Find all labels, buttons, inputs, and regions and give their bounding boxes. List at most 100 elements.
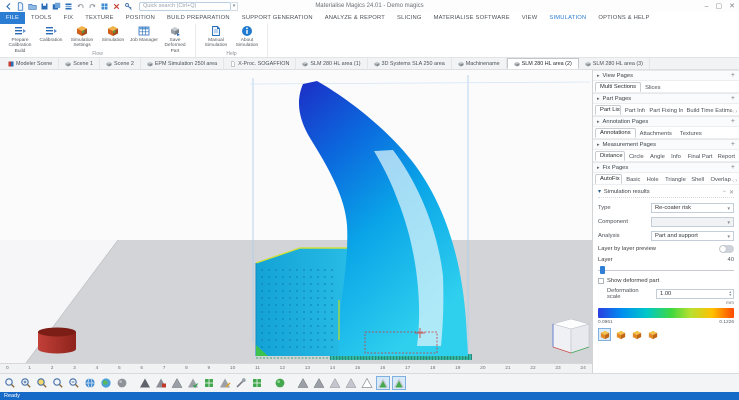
result-view-button-1[interactable] [598, 328, 611, 341]
back-icon[interactable] [4, 2, 13, 11]
add-page-icon[interactable]: + [731, 141, 735, 148]
panel-tab-hole[interactable]: Hole [643, 176, 661, 184]
panel-tab-attachments[interactable]: Attachments [636, 130, 676, 138]
triangle-check-icon[interactable] [186, 376, 200, 390]
panel-section-header-part-pages[interactable]: ▸Part Pages+ [593, 93, 739, 104]
scene-tab-x-proc-sogaffion[interactable]: X-Proc. SOGAFFION [224, 58, 296, 69]
job-manager-button[interactable]: Job Manager [130, 25, 158, 50]
layer-preview-toggle[interactable] [719, 245, 734, 253]
sphere-grey-icon[interactable] [115, 376, 129, 390]
panel-tab-slices[interactable]: Slices [641, 84, 664, 92]
close-button[interactable]: ✕ [729, 2, 735, 10]
result-view-button-3[interactable] [630, 328, 643, 341]
result-view-button-2[interactable] [614, 328, 627, 341]
ribbon-tab-materialise-software[interactable]: MATERIALISE SOFTWARE [428, 12, 516, 24]
triangle-grey-icon[interactable] [170, 376, 184, 390]
panel-section-header-fix-pages[interactable]: ▸Fix Pages+ [593, 162, 739, 173]
triangle-outline-icon[interactable] [360, 376, 374, 390]
floppy-all-icon[interactable] [52, 2, 61, 11]
triangle-grey-icon[interactable] [296, 376, 310, 390]
ribbon-tab-file[interactable]: FILE [0, 12, 25, 24]
triangle-grey-icon[interactable] [312, 376, 326, 390]
maximize-button[interactable]: ▢ [716, 2, 723, 10]
collapse-icon[interactable]: ▾ [598, 189, 601, 195]
folder-icon[interactable] [28, 2, 37, 11]
panel-tab-basic[interactable]: Basic [622, 176, 642, 184]
sphere-green-icon[interactable] [273, 376, 287, 390]
simulation-button[interactable]: Simulation [99, 25, 127, 50]
cylinder-part[interactable] [38, 328, 76, 354]
scene-tab-slm-280-hl-area-1-[interactable]: SLM 280 HL area (1) [296, 58, 367, 69]
panel-tab-part-fixing-info[interactable]: Part Fixing Info [645, 107, 682, 115]
magnifier-icon[interactable] [51, 376, 65, 390]
deformation-scale-input[interactable]: 1.00 ▲▼ [656, 289, 734, 299]
triangle-light-icon[interactable] [328, 376, 342, 390]
close-panel-icon[interactable]: ✕ [729, 189, 734, 196]
panel-tab-final-part[interactable]: Final Part [684, 153, 714, 161]
type-select[interactable]: Re-coater risk▼ [651, 203, 734, 213]
panel-tab-multi-sections[interactable]: Multi Sections [595, 82, 641, 92]
about-simulation-button[interactable]: About Simulation [233, 25, 261, 50]
triangle-pencil-icon[interactable] [218, 376, 232, 390]
layer-slider[interactable] [598, 265, 734, 275]
add-page-icon[interactable]: + [731, 164, 735, 171]
ribbon-tab-fix[interactable]: FIX [58, 12, 80, 24]
ribbon-tab-tools[interactable]: TOOLS [25, 12, 58, 24]
triangle-light-icon[interactable] [344, 376, 358, 390]
floppy-icon[interactable] [40, 2, 49, 11]
panel-tab-part-info[interactable]: Part Info [621, 107, 645, 115]
analysis-select[interactable]: Part and support▼ [651, 231, 734, 241]
panel-tab-autofix[interactable]: AutoFix [595, 174, 622, 184]
panel-tab-part-list[interactable]: Part List [595, 105, 621, 115]
wrench-icon[interactable] [234, 376, 248, 390]
scene-tab-scene-1[interactable]: Scene 1 [59, 58, 100, 69]
spinner-icons[interactable]: ▲▼ [729, 290, 732, 298]
panel-tab-report[interactable]: Report [714, 153, 737, 161]
square-green-icon[interactable] [250, 376, 264, 390]
panel-section-header-view-pages[interactable]: ▸View Pages+ [593, 70, 739, 81]
panel-tab-circle[interactable]: Circle [625, 153, 646, 161]
triangle-green-icon[interactable] [376, 376, 390, 390]
search-dropdown-icon[interactable]: ▾ [231, 2, 238, 11]
result-view-button-4[interactable] [646, 328, 659, 341]
show-deformed-checkbox[interactable] [598, 278, 604, 284]
redo-icon[interactable] [88, 2, 97, 11]
scene-tab-machinename[interactable]: Machinename [452, 58, 507, 69]
ribbon-tab-support-generation[interactable]: SUPPORT GENERATION [236, 12, 319, 24]
ribbon-tab-view[interactable]: VIEW [516, 12, 544, 24]
ribbon-tab-analyze-report[interactable]: ANALYZE & REPORT [319, 12, 391, 24]
scene-tab-slm-280-hl-area-3-[interactable]: SLM 280 HL area (3) [579, 58, 650, 69]
triangle-green-icon[interactable] [392, 376, 406, 390]
panel-tab-textures[interactable]: Textures [676, 130, 706, 138]
ribbon-tab-position[interactable]: POSITION [120, 12, 161, 24]
magnifier-yellow-icon[interactable] [35, 376, 49, 390]
grid-icon[interactable] [100, 2, 109, 11]
slider-handle[interactable] [600, 266, 605, 274]
viewport-3d[interactable]: 0123456789101112131415161718192021222324 [0, 70, 592, 373]
tab-scroll-icons[interactable]: ‹ › [732, 178, 737, 184]
triangle-red-icon[interactable] [154, 376, 168, 390]
panel-tab-info[interactable]: Info [667, 153, 684, 161]
panel-section-header-measurement-pages[interactable]: ▸Measurement Pages+ [593, 139, 739, 150]
ribbon-tab-texture[interactable]: TEXTURE [79, 12, 119, 24]
ribbon-tab-slicing[interactable]: SLICING [391, 12, 428, 24]
undo-icon[interactable] [76, 2, 85, 11]
scene-tab-scene-2[interactable]: Scene 2 [100, 58, 141, 69]
magnifier-icon[interactable] [3, 376, 17, 390]
panel-tab-build-time-estimation[interactable]: Build Time Estimation [683, 107, 733, 115]
prepare-calibration-build-button[interactable]: Prepare Calibration Build [6, 25, 34, 50]
tab-scroll-icons[interactable]: ‹ › [732, 109, 737, 115]
panel-tab-distance[interactable]: Distance [595, 151, 625, 161]
calibration-button[interactable]: Calibration [37, 25, 65, 50]
close-doc-icon[interactable] [112, 2, 121, 11]
manual-simulation-button[interactable]: Manual Simulation [202, 25, 230, 50]
square-green-icon[interactable] [202, 376, 216, 390]
ribbon-tab-build-preparation[interactable]: BUILD PREPARATION [161, 12, 236, 24]
simulation-settings-button[interactable]: Simulation Settings [68, 25, 96, 50]
component-select[interactable]: ▼ [651, 217, 734, 227]
panel-tab-annotations[interactable]: Annotations [595, 128, 636, 138]
file-icon[interactable] [16, 2, 25, 11]
globe-earth-icon[interactable] [99, 376, 113, 390]
layers-icon[interactable] [64, 2, 73, 11]
magnifier-minus-icon[interactable] [67, 376, 81, 390]
